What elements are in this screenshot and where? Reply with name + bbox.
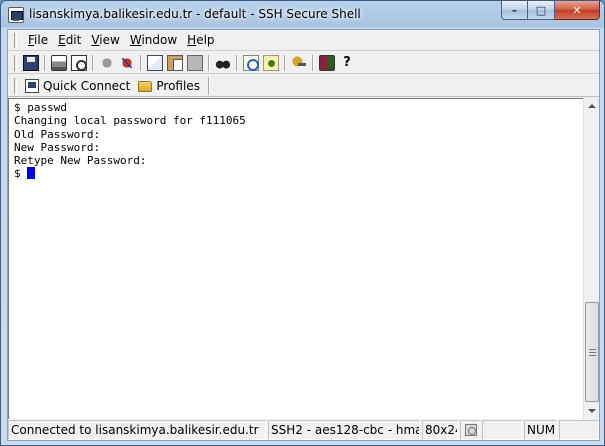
menu-edit[interactable]: Edit (53, 30, 86, 51)
toolbar-separator (44, 54, 46, 71)
print-icon[interactable] (51, 54, 67, 71)
window-title: lisanskimya.balikesir.edu.tr - default -… (29, 7, 361, 21)
ssh-window: lisanskimya.balikesir.edu.tr - default -… (0, 0, 605, 446)
save-icon[interactable] (23, 54, 39, 71)
profiles-label: Profiles (156, 78, 200, 93)
terminal-line: New Password: (14, 140, 101, 154)
maximize-button[interactable]: □ (528, 1, 555, 20)
paste-selection-icon[interactable] (187, 54, 203, 71)
menu-file[interactable]: File (23, 30, 53, 51)
disconnect-icon[interactable] (99, 54, 115, 71)
terminate-icon[interactable] (119, 54, 135, 71)
toolbar-separator (208, 54, 210, 71)
toolbar-separator (284, 54, 286, 71)
status-num-lock: NUM (524, 420, 557, 440)
ssh-app-icon[interactable] (8, 7, 24, 23)
close-icon: ✕ (572, 3, 582, 17)
status-bar: Connected to lisanskimya.balikesir.edu.t… (8, 420, 599, 440)
terminal-line: $ passwd (14, 101, 67, 114)
toolbar-separator (236, 54, 238, 71)
title-bar[interactable]: lisanskimya.balikesir.edu.tr - default -… (1, 1, 604, 29)
toolbar-grip[interactable] (14, 54, 17, 71)
status-cipher: SSH2 - aes128-cbc - hmac-md5 (268, 420, 420, 440)
lock-icon (465, 424, 477, 436)
terminal-cursor (27, 167, 36, 180)
client-area: File Edit View Window Help ? Quick Conne… (7, 29, 600, 441)
folder-icon (138, 81, 153, 92)
paste-icon[interactable] (167, 54, 183, 71)
quick-connect-bar: Quick Connect Profiles (8, 75, 599, 97)
toolbar-separator (92, 54, 94, 71)
quick-connect-button[interactable]: Quick Connect (21, 76, 134, 96)
help-book-icon[interactable] (319, 54, 335, 71)
copy-icon[interactable] (147, 54, 163, 71)
menu-help[interactable]: Help (182, 30, 219, 51)
profiles-button[interactable]: Profiles (134, 76, 204, 96)
toolbar-separator (140, 54, 142, 71)
keys-icon[interactable] (291, 54, 307, 71)
status-connection: Connected to lisanskimya.balikesir.edu.t… (8, 420, 266, 440)
status-terminal-size: 80x24 (422, 420, 458, 440)
settings-icon[interactable] (243, 54, 259, 71)
terminal-line: Changing local password for f111065 (14, 114, 246, 128)
arrow-up-icon (588, 104, 596, 108)
terminal-line: Old Password: (14, 127, 101, 141)
quickbar-separator (207, 76, 210, 95)
terminal-prompt: $ (14, 167, 28, 181)
window-controls: – □ ✕ (501, 1, 600, 21)
quick-connect-label: Quick Connect (43, 78, 131, 93)
menu-window[interactable]: Window (125, 30, 182, 51)
scroll-up-button[interactable] (584, 98, 600, 114)
terminal-area[interactable]: $ passwd Changing local password for f11… (8, 98, 583, 419)
whats-this-icon[interactable]: ? (339, 55, 355, 71)
menu-bar: File Edit View Window Help (8, 30, 599, 51)
minimize-icon: – (511, 3, 518, 17)
menu-view[interactable]: View (86, 30, 124, 51)
arrow-down-icon (588, 409, 596, 413)
minimize-button[interactable]: – (501, 1, 528, 20)
quick-connect-icon (25, 78, 39, 93)
close-button[interactable]: ✕ (555, 1, 600, 20)
scroll-down-button[interactable] (584, 403, 600, 419)
status-encryption (460, 420, 480, 440)
find-icon[interactable] (215, 54, 231, 71)
toolbar: ? (8, 52, 599, 74)
terminal-scrollbar[interactable] (583, 98, 599, 419)
maximize-icon: □ (535, 3, 547, 17)
grip-icon (589, 349, 596, 356)
scroll-thumb[interactable] (585, 302, 599, 402)
status-blank (482, 420, 522, 440)
menubar-grip[interactable] (14, 32, 17, 48)
toolbar-separator (312, 54, 314, 71)
print-preview-icon[interactable] (71, 54, 87, 71)
terminal-prompt-line: $ (14, 167, 583, 180)
terminal-line: Retype New Password: (14, 154, 147, 168)
profile-settings-icon[interactable] (263, 54, 279, 71)
status-caps-lock (559, 420, 599, 440)
quickbar-grip[interactable] (14, 77, 17, 94)
